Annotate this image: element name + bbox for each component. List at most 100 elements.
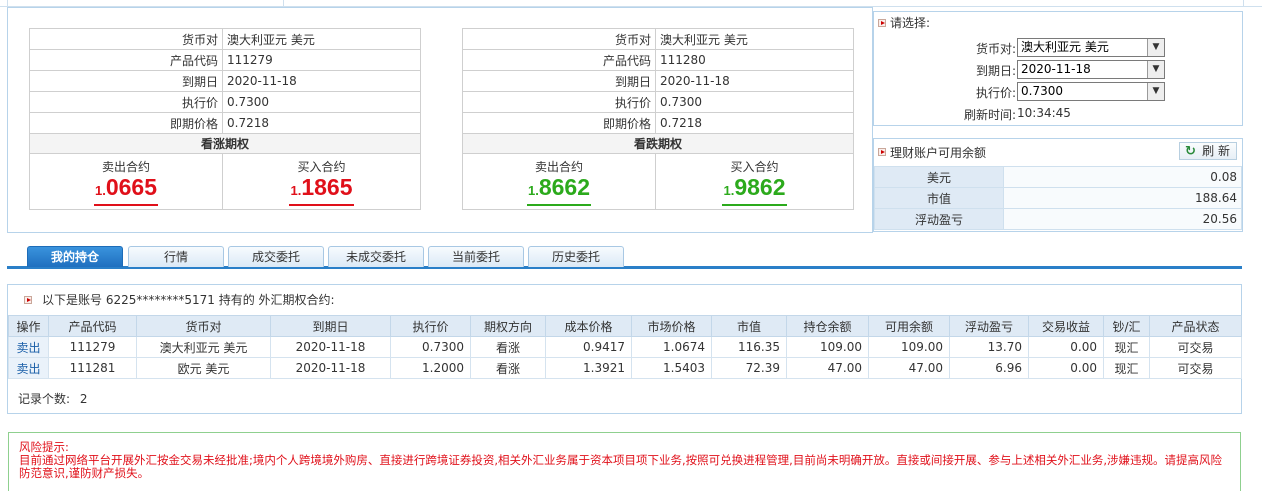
strike-select[interactable]: 0.7300 ▼ (1017, 82, 1165, 101)
record-count: 记录个数: 2 (18, 390, 88, 407)
currency-row: 货币对: 澳大利亚元 美元 ▼ (874, 37, 1242, 59)
cell-strike: 1.2000 (390, 357, 471, 379)
balance-panel: 理财账户可用余额 ↻ 刷 新 美元 0.08 市值 188.64 浮动盈亏 20.56 (873, 138, 1243, 232)
cell-cost-price: 1.3921 (545, 357, 632, 379)
refresh-icon: ↻ (1185, 144, 1196, 159)
strike-row: 执行价: 0.7300 ▼ (874, 81, 1242, 103)
cell-floating-pnl: 13.70 (949, 336, 1029, 358)
tab-current-orders[interactable]: 当前委托 (428, 246, 524, 267)
col-expiry: 到期日 (270, 315, 391, 337)
call-strike-label: 执行价 (29, 91, 223, 113)
col-product-code: 产品代码 (48, 315, 137, 337)
call-currency-value: 澳大利亚元 美元 (222, 28, 421, 50)
tab-unfilled-orders[interactable]: 未成交委托 (328, 246, 424, 267)
call-option-title: 看涨期权 (29, 133, 421, 154)
cell-currency-pair: 欧元 美元 (136, 357, 271, 379)
put-currency-label: 货币对 (462, 28, 656, 50)
put-spot-label: 即期价格 (462, 112, 656, 134)
call-sell-label: 卖出合约 (101, 160, 150, 174)
cell-cost-price: 0.9417 (545, 336, 632, 358)
tab-quotes[interactable]: 行情 (128, 246, 224, 267)
arrow-bullet-icon (878, 19, 886, 27)
cell-available-balance: 47.00 (868, 357, 950, 379)
balance-usd-value: 0.08 (1003, 166, 1242, 188)
col-floating-pnl: 浮动盈亏 (949, 315, 1029, 337)
top-frame-line (0, 0, 1262, 7)
refresh-time-row: 刷新时间: 10:34:45 (874, 103, 1242, 125)
put-option-table: 货币对 澳大利亚元 美元 产品代码 111280 到期日 2020-11-18 执行价… (462, 28, 854, 210)
call-sell-price[interactable]: 1.0665 (93, 175, 158, 206)
holdings-table: 操作 产品代码 货币对 到期日 执行价 期权方向 成本价格 市场价格 市值 持仓… (8, 315, 1242, 379)
chevron-down-icon: ▼ (1147, 83, 1164, 100)
put-strike-value: 0.7300 (655, 91, 854, 113)
sell-link[interactable]: 卖出 (8, 336, 49, 358)
call-strike-value: 0.7300 (222, 91, 421, 113)
call-spot-label: 即期价格 (29, 112, 223, 134)
arrow-bullet-icon (878, 148, 886, 156)
put-code-value: 111280 (655, 49, 854, 71)
put-sell-price[interactable]: 1.8662 (526, 175, 591, 206)
call-sell-cell[interactable]: 卖出合约 1.0665 (29, 153, 223, 210)
put-buy-cell[interactable]: 买入合约 1.9862 (655, 153, 854, 210)
call-code-label: 产品代码 (29, 49, 223, 71)
col-action: 操作 (8, 315, 49, 337)
cell-floating-pnl: 6.96 (949, 357, 1029, 379)
col-cash-exchange: 钞/汇 (1103, 315, 1150, 337)
cell-direction: 看涨 (470, 357, 546, 379)
tab-bar: 我的持仓 行情 成交委托 未成交委托 当前委托 历史委托 (7, 241, 1242, 269)
put-currency-value: 澳大利亚元 美元 (655, 28, 854, 50)
arrow-bullet-icon (24, 296, 32, 304)
cell-trade-gain: 0.00 (1028, 357, 1104, 379)
call-buy-price[interactable]: 1.1865 (289, 175, 354, 206)
call-expiry-value: 2020-11-18 (222, 70, 421, 92)
tab-my-holdings[interactable]: 我的持仓 (27, 246, 123, 267)
refresh-button[interactable]: ↻ 刷 新 (1179, 142, 1237, 160)
cell-strike: 0.7300 (390, 336, 471, 358)
expiry-select-label: 到期日: (975, 64, 1016, 78)
put-option-title: 看跌期权 (462, 133, 854, 154)
balance-table: 美元 0.08 市值 188.64 浮动盈亏 20.56 (874, 166, 1242, 230)
selector-header: 请选择: (874, 12, 1242, 34)
col-cost-price: 成本价格 (545, 315, 632, 337)
selector-title: 请选择: (890, 16, 931, 30)
chevron-down-icon: ▼ (1147, 39, 1164, 56)
holdings-panel: 以下是账号 6225********5171 持有的 外汇期权合约: 操作 产品… (7, 284, 1242, 414)
table-row: 卖出 111281 欧元 美元 2020-11-18 1.2000 看涨 1.3… (8, 357, 1242, 379)
tab-history-orders[interactable]: 历史委托 (528, 246, 624, 267)
put-expiry-value: 2020-11-18 (655, 70, 854, 92)
call-spot-value: 0.7218 (222, 112, 421, 134)
option-quote-panel: 货币对 澳大利亚元 美元 产品代码 111279 到期日 2020-11-18 执行价… (7, 7, 873, 233)
expiry-select[interactable]: 2020-11-18 ▼ (1017, 60, 1165, 79)
put-code-label: 产品代码 (462, 49, 656, 71)
balance-header: 理财账户可用余额 ↻ 刷 新 (874, 139, 1242, 165)
table-row: 卖出 111279 澳大利亚元 美元 2020-11-18 0.7300 看涨 … (8, 336, 1242, 358)
tab-filled-orders[interactable]: 成交委托 (228, 246, 324, 267)
risk-notice: 风险提示: 目前通过网络平台开展外汇按金交易未经批准;境内个人跨境境外购房、直接… (8, 432, 1241, 491)
balance-market-value-label: 市值 (874, 187, 1004, 209)
put-buy-price[interactable]: 1.9862 (722, 175, 787, 206)
col-position-balance: 持仓余额 (786, 315, 869, 337)
put-sell-label: 卖出合约 (534, 160, 583, 174)
balance-usd-label: 美元 (874, 166, 1004, 188)
call-buy-cell[interactable]: 买入合约 1.1865 (222, 153, 421, 210)
cell-direction: 看涨 (470, 336, 546, 358)
balance-pnl-value: 20.56 (1003, 208, 1242, 230)
put-sell-cell[interactable]: 卖出合约 1.8662 (462, 153, 656, 210)
currency-select[interactable]: 澳大利亚元 美元 ▼ (1017, 38, 1165, 57)
cell-expiry: 2020-11-18 (270, 357, 391, 379)
call-expiry-label: 到期日 (29, 70, 223, 92)
cell-trade-gain: 0.00 (1028, 336, 1104, 358)
col-currency-pair: 货币对 (136, 315, 271, 337)
record-count-value: 2 (79, 392, 88, 406)
cell-product-code: 111279 (48, 336, 137, 358)
col-direction: 期权方向 (470, 315, 546, 337)
sell-link[interactable]: 卖出 (8, 357, 49, 379)
balance-pnl-label: 浮动盈亏 (874, 208, 1004, 230)
strike-select-label: 执行价: (975, 86, 1016, 100)
cell-cash-exchange: 现汇 (1103, 357, 1150, 379)
put-spot-value: 0.7218 (655, 112, 854, 134)
col-market-value: 市值 (711, 315, 787, 337)
col-trade-gain: 交易收益 (1028, 315, 1104, 337)
call-option-table: 货币对 澳大利亚元 美元 产品代码 111279 到期日 2020-11-18 执行价… (29, 28, 421, 210)
selector-panel: 请选择: 货币对: 澳大利亚元 美元 ▼ 到期日: 2020-11-18 ▼ 执行价… (873, 11, 1243, 126)
